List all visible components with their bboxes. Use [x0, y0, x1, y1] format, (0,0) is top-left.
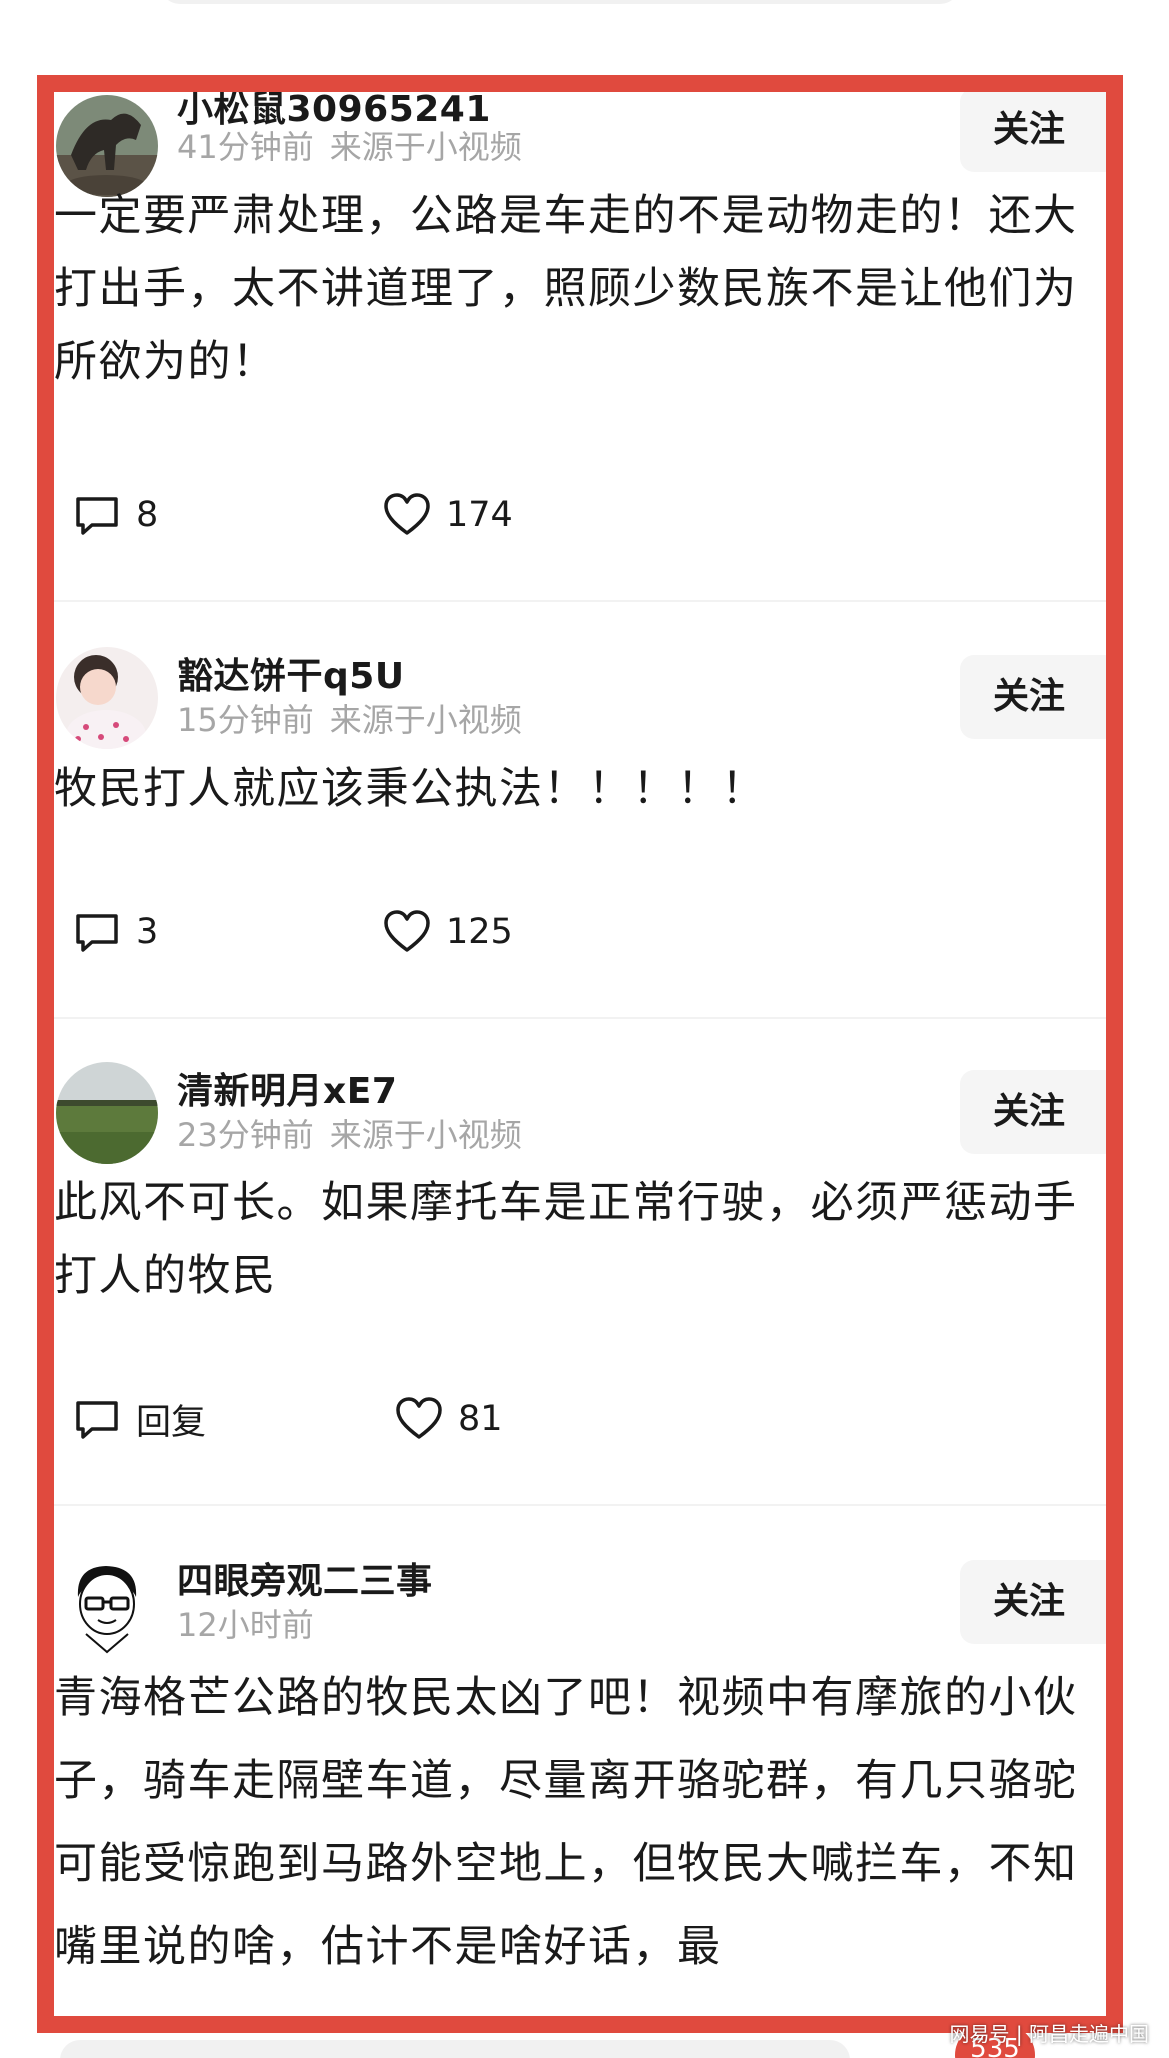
follow-button[interactable]: 关注 — [960, 92, 1106, 172]
like-button[interactable]: 125 — [382, 905, 513, 959]
follow-button[interactable]: 关注 — [960, 655, 1106, 739]
comment-icon — [76, 1401, 118, 1439]
like-count: 125 — [446, 912, 513, 952]
comment-source: 来源于小视频 — [329, 128, 522, 166]
heart-icon — [384, 493, 430, 535]
like-button[interactable]: 81 — [394, 1392, 503, 1446]
follow-button[interactable]: 关注 — [960, 1560, 1106, 1644]
comment-text: 牧民打人就应该秉公执法！！！！！ — [54, 764, 766, 814]
comment-time: 23分钟前 — [177, 1116, 314, 1154]
comment-text: 一定要严肃处理，公路是车走的不是动物走的！还大打出手，太不讲道理了，照顾少数民族… — [54, 191, 1078, 387]
username[interactable]: 清新明月xE7 — [177, 1062, 397, 1114]
comment-actions: 3 125 — [72, 905, 772, 959]
comment-actions: 回复 81 — [72, 1392, 772, 1446]
comment-meta: 23分钟前 来源于小视频 — [177, 1110, 522, 1156]
comment-source: 来源于小视频 — [329, 701, 522, 739]
comment-text: 青海格芒公路的牧民太凶了吧！视频中有摩旅的小伙子，骑车走隔壁车道，尽量离开骆驼群… — [54, 1673, 1078, 1972]
reply-count: 3 — [136, 912, 159, 952]
top-search-bar[interactable] — [160, 0, 960, 4]
avatar-cartoon-glasses-image — [56, 1552, 158, 1654]
comment-icon — [76, 497, 118, 535]
comment-time: 41分钟前 — [177, 128, 314, 166]
comment-actions: 8 174 — [72, 488, 772, 542]
like-count: 81 — [458, 1399, 503, 1439]
username[interactable]: 四眼旁观二三事 — [177, 1552, 433, 1604]
reply-count: 8 — [136, 495, 159, 535]
highlight-frame: 小松鼠30965241 41分钟前 来源于小视频 关注 一定要严肃处理，公路是车走… — [37, 75, 1123, 2033]
comment-meta: 15分钟前 来源于小视频 — [177, 695, 522, 741]
avatar[interactable] — [56, 1552, 158, 1654]
avatar[interactable] — [56, 1062, 158, 1164]
avatar-baby-image — [56, 647, 158, 749]
comment-input-bar[interactable] — [60, 2040, 850, 2058]
reply-button[interactable]: 回复 — [72, 1392, 206, 1446]
reply-button[interactable]: 8 — [72, 488, 158, 542]
avatar-field-landscape-image — [56, 1062, 158, 1164]
comment-icon — [76, 914, 118, 952]
follow-button[interactable]: 关注 — [960, 1070, 1106, 1154]
watermark: 网易号 | 阿昌走遍中国 — [949, 2022, 1149, 2046]
reply-button[interactable]: 3 — [72, 905, 158, 959]
comment-source: 来源于小视频 — [329, 1116, 522, 1154]
comment-divider — [54, 1504, 1106, 1506]
heart-icon — [396, 1397, 442, 1439]
comment-divider — [54, 600, 1106, 602]
reply-label: 回复 — [136, 1402, 207, 1443]
comment-meta: 41分钟前 来源于小视频 — [177, 122, 522, 168]
comment-time: 15分钟前 — [177, 701, 314, 739]
like-count: 174 — [446, 495, 513, 535]
username[interactable]: 豁达饼干q5U — [177, 647, 405, 699]
avatar[interactable] — [56, 647, 158, 749]
like-button[interactable]: 174 — [382, 488, 513, 542]
comment-time: 12小时前 — [177, 1606, 314, 1644]
heart-icon — [384, 910, 430, 952]
comment-meta: 12小时前 — [177, 1600, 314, 1646]
page: 小松鼠30965241 41分钟前 来源于小视频 关注 一定要严肃处理，公路是车走… — [0, 0, 1169, 2058]
comment-divider — [54, 1017, 1106, 1019]
comment-text: 此风不可长。如果摩托车是正常行驶，必须严惩动手打人的牧民 — [54, 1178, 1078, 1301]
